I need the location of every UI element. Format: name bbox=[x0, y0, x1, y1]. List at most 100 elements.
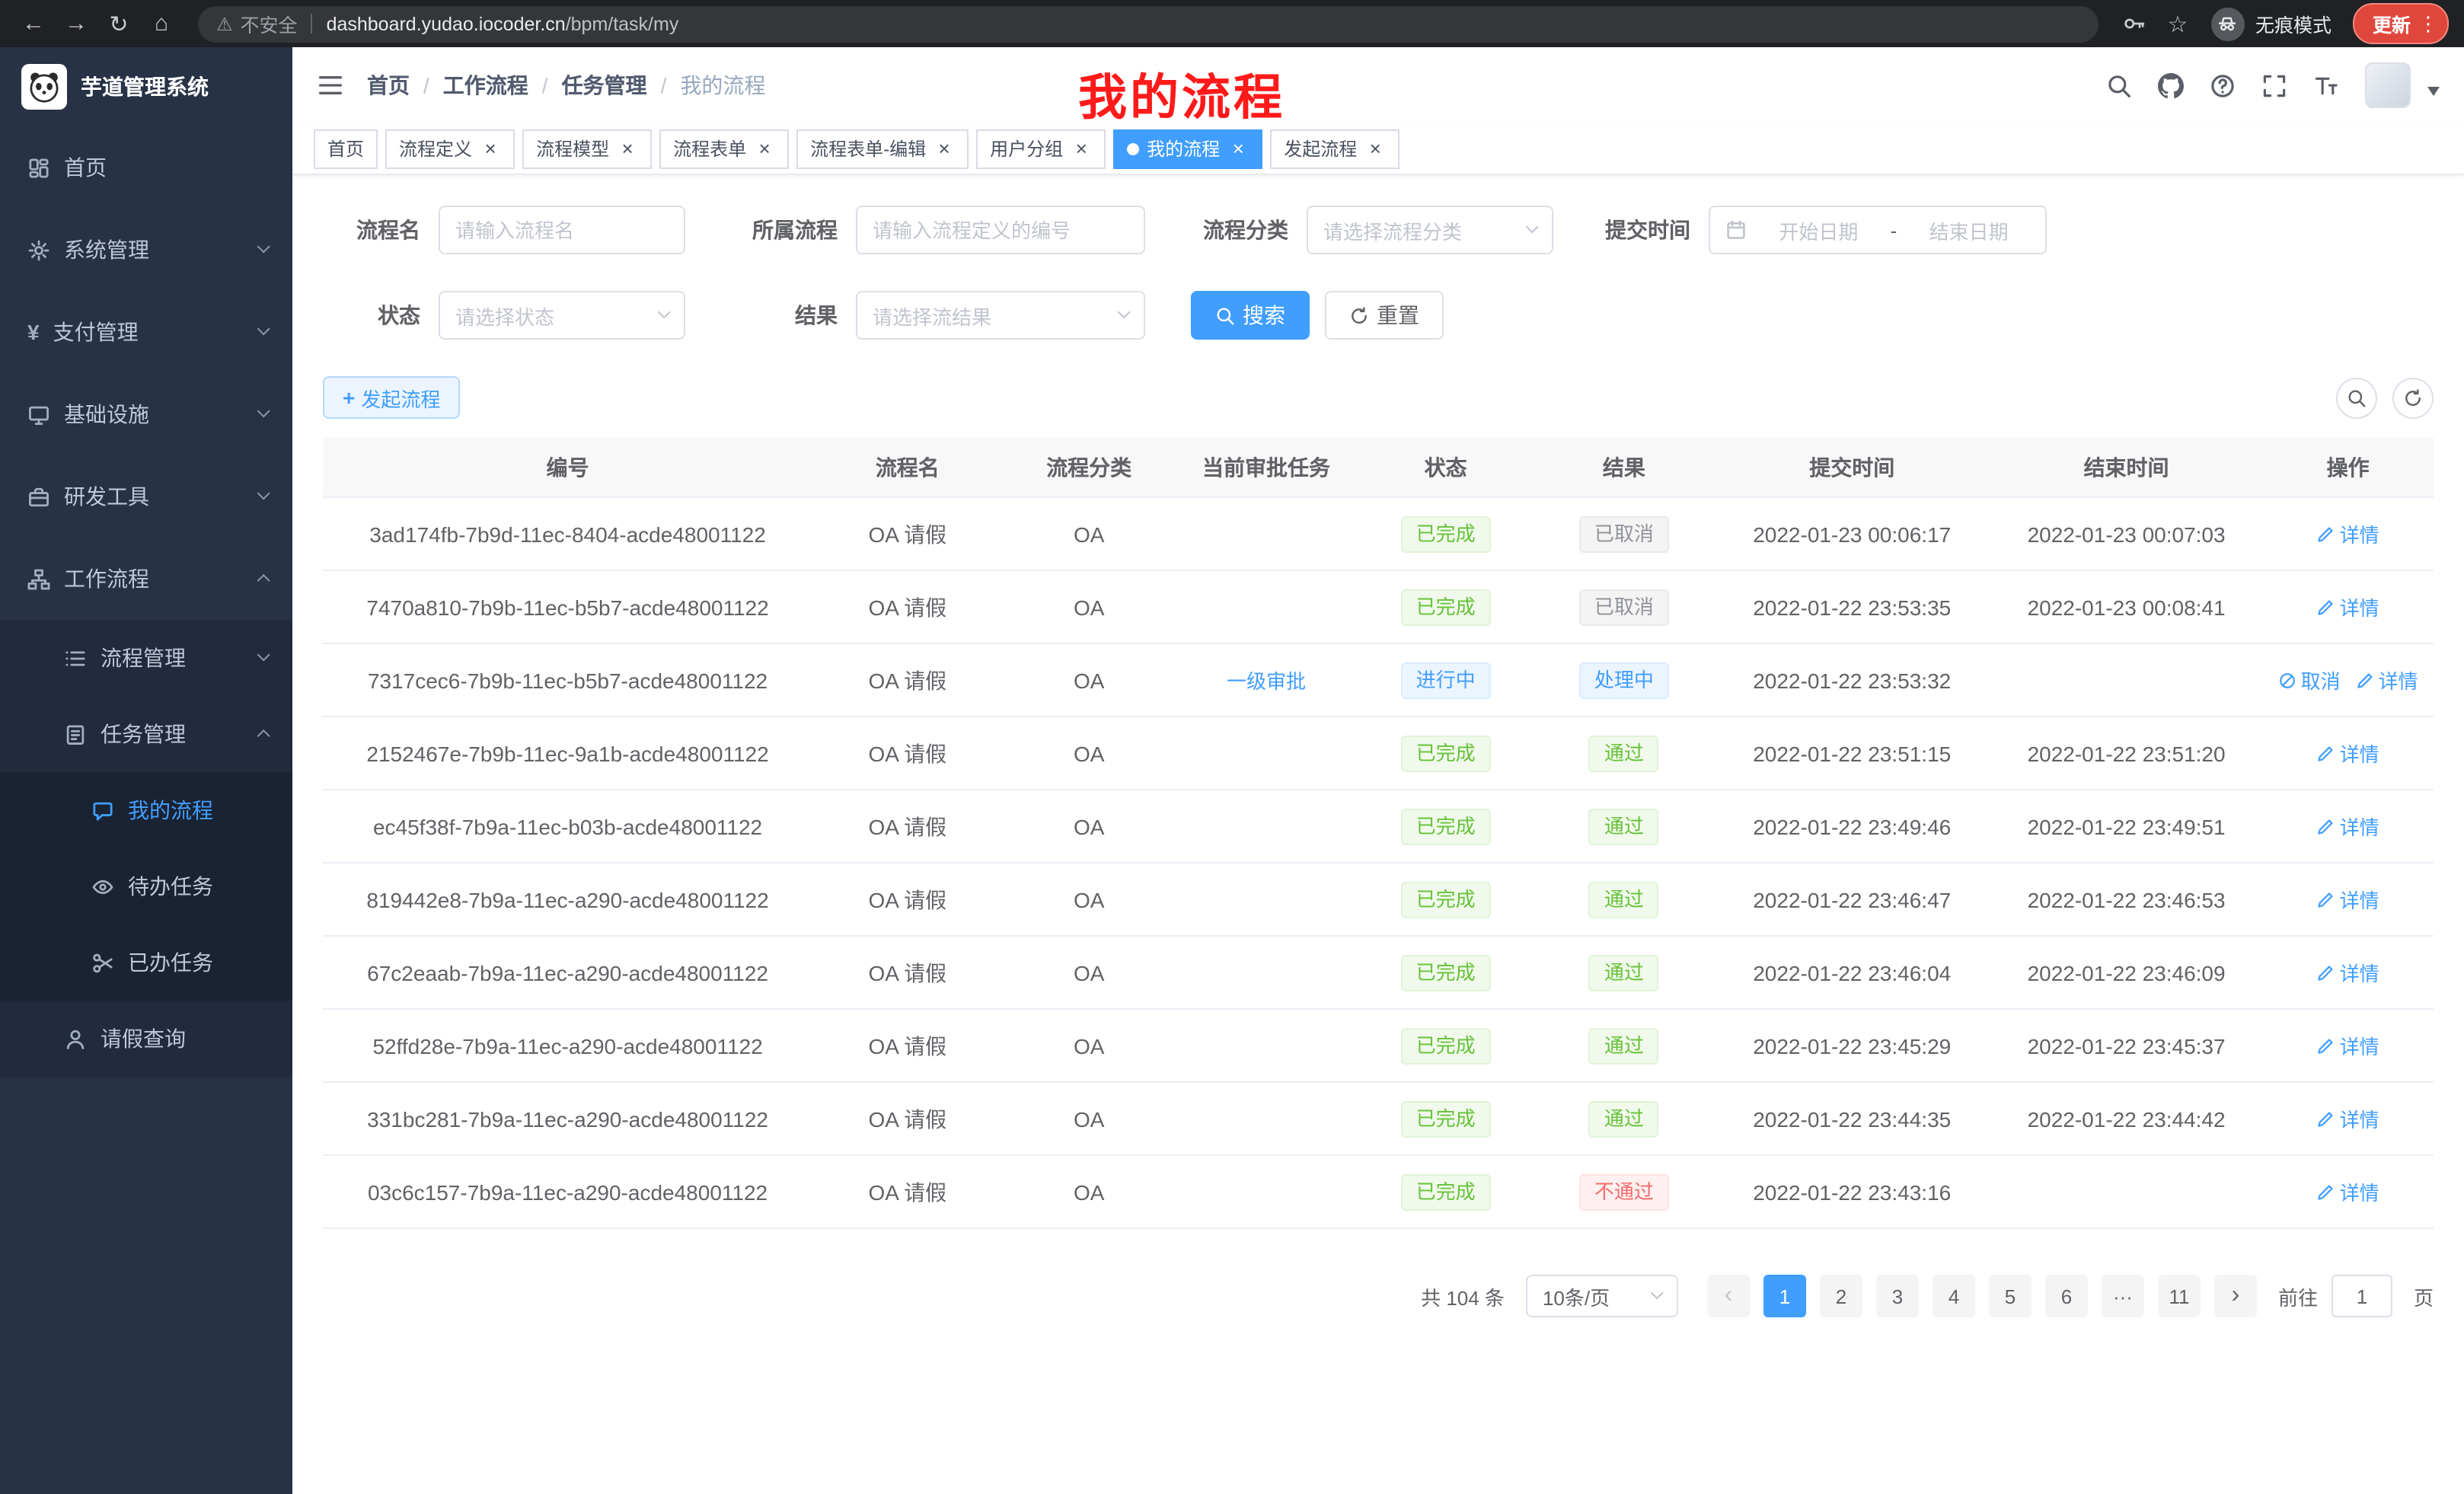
yen-icon: ¥ bbox=[27, 321, 40, 343]
current-task-link[interactable]: 一级审批 bbox=[1227, 666, 1306, 694]
font-size-icon[interactable] bbox=[2313, 72, 2339, 98]
sidebar-item-payment[interactable]: ¥支付管理 bbox=[0, 291, 292, 373]
sidebar-item-process-management[interactable]: 流程管理 bbox=[0, 620, 292, 696]
search-toggle-button[interactable] bbox=[2336, 377, 2377, 418]
search-button[interactable]: 搜索 bbox=[1191, 291, 1310, 340]
tab-process-form[interactable]: 流程表单× bbox=[659, 129, 789, 168]
tab-my-process[interactable]: 我的流程× bbox=[1113, 129, 1262, 168]
fullscreen-icon[interactable] bbox=[2261, 72, 2287, 98]
pagination-ellipsis[interactable]: ··· bbox=[2102, 1275, 2144, 1317]
goto-page-input[interactable] bbox=[2332, 1275, 2392, 1317]
prev-page-button[interactable]: ‹ bbox=[1707, 1275, 1750, 1317]
tab-process-form-edit[interactable]: 流程表单-编辑× bbox=[796, 129, 969, 168]
sidebar-item-home[interactable]: 首页 bbox=[0, 126, 292, 209]
result-tag: 通过 bbox=[1589, 735, 1659, 771]
breadcrumb-item[interactable]: 任务管理 bbox=[562, 70, 647, 101]
detail-link[interactable]: 详情 bbox=[2317, 1104, 2379, 1133]
status-cell: 已完成 bbox=[1357, 954, 1534, 991]
browser-window: ← → ↻ ⌂ ⚠ 不安全 dashboard.yudao.iocoder.cn… bbox=[0, 0, 2464, 1494]
page-button[interactable]: 4 bbox=[1933, 1275, 1975, 1317]
status-cell: 已完成 bbox=[1357, 881, 1534, 918]
detail-link[interactable]: 详情 bbox=[2317, 1031, 2379, 1060]
detail-link[interactable]: 详情 bbox=[2317, 739, 2379, 768]
browser-update-button[interactable]: 更新 ⋮ bbox=[2353, 3, 2449, 44]
detail-link[interactable]: 详情 bbox=[2356, 666, 2418, 694]
header-search-icon[interactable] bbox=[2106, 72, 2132, 98]
status-select[interactable]: 请选择状态 bbox=[439, 291, 685, 340]
bookmark-star-icon[interactable]: ☆ bbox=[2159, 5, 2196, 42]
detail-link[interactable]: 详情 bbox=[2317, 1177, 2379, 1206]
detail-link[interactable]: 详情 bbox=[2317, 519, 2379, 548]
start-process-label: 发起流程 bbox=[361, 383, 440, 412]
sidebar-item-todo-tasks[interactable]: 待办任务 bbox=[0, 848, 292, 924]
result-label: 结果 bbox=[731, 300, 838, 330]
page-size-select[interactable]: 10条/页 bbox=[1526, 1275, 1678, 1317]
address-bar[interactable]: ⚠ 不安全 dashboard.yudao.iocoder.cn/bpm/tas… bbox=[198, 5, 2099, 42]
detail-link[interactable]: 详情 bbox=[2317, 592, 2379, 621]
tab-process-definition[interactable]: 流程定义× bbox=[385, 129, 515, 168]
page-button[interactable]: 5 bbox=[1989, 1275, 2032, 1317]
close-icon[interactable]: × bbox=[617, 138, 638, 159]
page-button[interactable]: 2 bbox=[1820, 1275, 1862, 1317]
app-logo[interactable]: 芋道管理系统 bbox=[0, 47, 292, 126]
page-button[interactable]: 11 bbox=[2158, 1275, 2201, 1317]
sidebar-item-leave-query[interactable]: 请假查询 bbox=[0, 1001, 292, 1077]
process-name-input[interactable] bbox=[439, 206, 685, 254]
browser-back-button[interactable]: ← bbox=[15, 5, 52, 42]
close-icon[interactable]: × bbox=[754, 138, 775, 159]
start-process-button[interactable]: + 发起流程 bbox=[323, 376, 460, 419]
process-definition-input[interactable] bbox=[856, 206, 1145, 254]
avatar-caret-down-icon[interactable] bbox=[2427, 87, 2440, 96]
cancel-link[interactable]: 取消 bbox=[2278, 666, 2341, 694]
close-icon[interactable]: × bbox=[1071, 138, 1092, 159]
table-row: 52ffd28e-7b9a-11ec-a290-acde48001122OA 请… bbox=[323, 1010, 2434, 1083]
browser-reload-button[interactable]: ↻ bbox=[101, 5, 137, 42]
browser-forward-button[interactable]: → bbox=[58, 5, 94, 42]
page-button[interactable]: 6 bbox=[2045, 1275, 2088, 1317]
date-range-separator: - bbox=[1891, 219, 1897, 241]
scissors-icon bbox=[91, 951, 114, 974]
detail-link[interactable]: 详情 bbox=[2317, 812, 2379, 841]
tab-user-group[interactable]: 用户分组× bbox=[976, 129, 1106, 168]
sidebar-item-task-management[interactable]: 任务管理 bbox=[0, 696, 292, 772]
user-avatar[interactable] bbox=[2365, 62, 2411, 108]
detail-link[interactable]: 详情 bbox=[2317, 958, 2379, 987]
status-tag: 已完成 bbox=[1401, 808, 1491, 844]
edit-icon bbox=[2317, 525, 2335, 543]
tab-process-model[interactable]: 流程模型× bbox=[522, 129, 652, 168]
browser-home-button[interactable]: ⌂ bbox=[143, 5, 180, 42]
pagination: 共 104 条 10条/页 ‹ 123456···11 › 前往 页 bbox=[323, 1275, 2434, 1317]
breadcrumb-item[interactable]: 工作流程 bbox=[443, 70, 528, 101]
reset-button[interactable]: 重置 bbox=[1325, 291, 1444, 340]
breadcrumb-item[interactable]: 首页 bbox=[367, 70, 410, 101]
process-definition-label: 所属流程 bbox=[731, 215, 838, 245]
submit-time-range-picker[interactable]: 开始日期 - 结束日期 bbox=[1709, 206, 2047, 254]
close-icon[interactable]: × bbox=[1364, 138, 1386, 159]
result-tag: 已取消 bbox=[1579, 589, 1669, 625]
sidebar-collapse-button[interactable] bbox=[317, 72, 344, 99]
password-key-icon[interactable] bbox=[2117, 5, 2153, 42]
close-icon[interactable]: × bbox=[1227, 138, 1249, 159]
page-button[interactable]: 1 bbox=[1763, 1275, 1806, 1317]
result-tag: 处理中 bbox=[1579, 662, 1669, 698]
github-icon[interactable] bbox=[2158, 72, 2184, 98]
close-icon[interactable]: × bbox=[480, 138, 501, 159]
tab-start-process[interactable]: 发起流程× bbox=[1270, 129, 1400, 168]
close-icon[interactable]: × bbox=[934, 138, 955, 159]
page-button[interactable]: 3 bbox=[1876, 1275, 1919, 1317]
result-select[interactable]: 请选择流结果 bbox=[856, 291, 1145, 340]
sidebar-item-my-process[interactable]: 我的流程 bbox=[0, 772, 292, 848]
help-icon[interactable] bbox=[2210, 72, 2236, 98]
sidebar-item-infrastructure[interactable]: 基础设施 bbox=[0, 373, 292, 455]
tab-home[interactable]: 首页 bbox=[314, 129, 378, 168]
sidebar-item-devtools[interactable]: 研发工具 bbox=[0, 455, 292, 538]
sidebar-item-workflow[interactable]: 工作流程 bbox=[0, 538, 292, 620]
browser-menu-icon[interactable]: ⋮ bbox=[2418, 11, 2438, 36]
sidebar-item-done-tasks[interactable]: 已办任务 bbox=[0, 924, 292, 1001]
process-category-select[interactable]: 请选择流程分类 bbox=[1307, 206, 1553, 254]
next-page-button[interactable]: › bbox=[2214, 1275, 2257, 1317]
status-cell: 已完成 bbox=[1357, 735, 1534, 771]
detail-link[interactable]: 详情 bbox=[2317, 885, 2379, 914]
sidebar-item-system[interactable]: 系统管理 bbox=[0, 209, 292, 291]
refresh-table-button[interactable] bbox=[2392, 377, 2434, 418]
